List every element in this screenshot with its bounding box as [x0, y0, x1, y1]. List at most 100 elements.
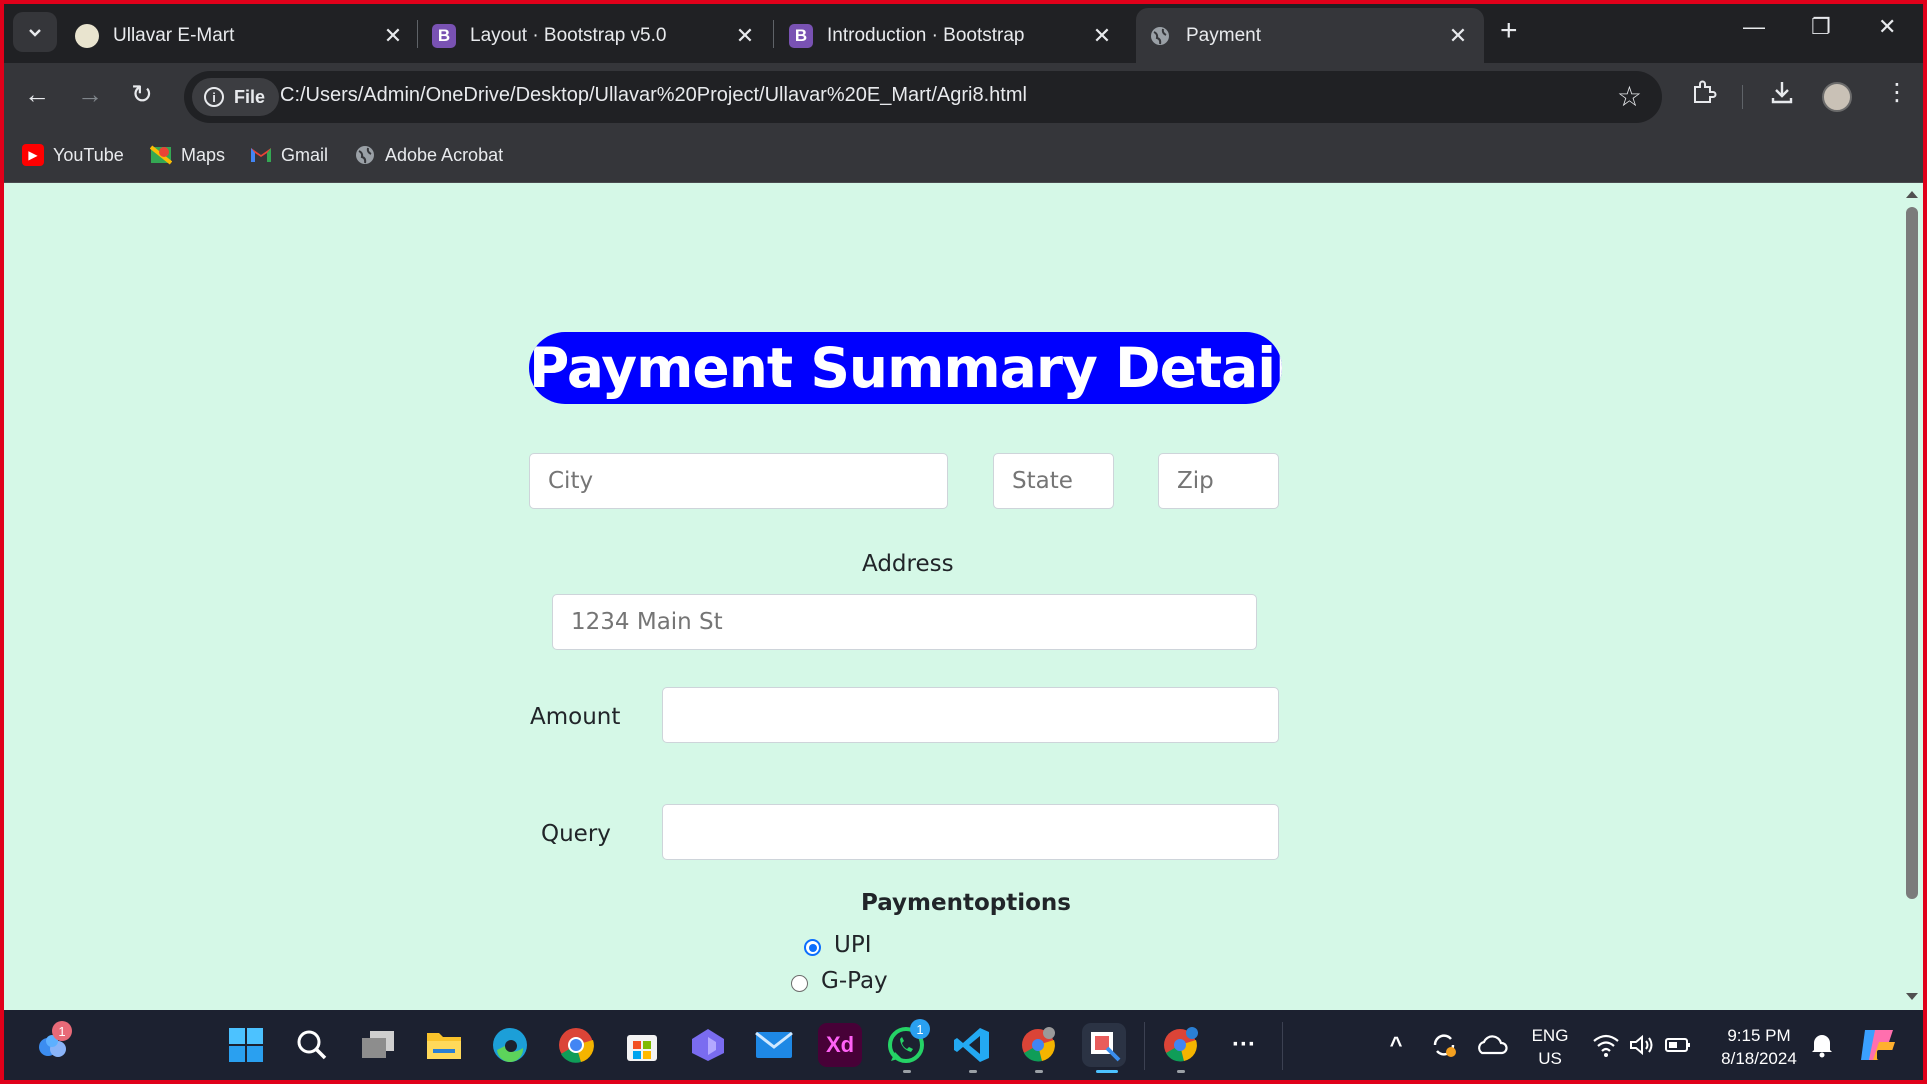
- scroll-up-arrow-icon[interactable]: [1906, 191, 1918, 198]
- notification-badge: 1: [52, 1021, 72, 1041]
- taskbar-divider: [1144, 1022, 1145, 1070]
- query-input[interactable]: [662, 804, 1279, 860]
- bookmark-star-icon[interactable]: ☆: [1617, 80, 1642, 113]
- zip-input[interactable]: [1158, 453, 1279, 509]
- address-bar[interactable]: i File C:/Users/Admin/OneDrive/Desktop/U…: [184, 71, 1662, 123]
- running-indicator: [1177, 1070, 1185, 1073]
- vscode-icon[interactable]: [950, 1023, 994, 1067]
- bookmark-label: Adobe Acrobat: [385, 144, 504, 165]
- edge-icon[interactable]: [488, 1023, 532, 1067]
- chevron-up-icon[interactable]: ^: [1374, 1023, 1418, 1067]
- file-chip-label: File: [234, 86, 266, 107]
- clock[interactable]: 9:15 PM 8/18/2024: [1706, 1024, 1812, 1070]
- running-indicator: [969, 1070, 977, 1073]
- restore-icon[interactable]: ❐: [1811, 14, 1831, 40]
- more-apps-icon[interactable]: ···: [1222, 1023, 1266, 1067]
- address-input[interactable]: [552, 594, 1257, 650]
- back-arrow-icon[interactable]: ←: [24, 79, 50, 110]
- copilot-pre-icon[interactable]: [1856, 1023, 1900, 1067]
- window-close-icon[interactable]: ✕: [1878, 14, 1896, 40]
- onedrive-icon[interactable]: [1470, 1023, 1514, 1067]
- bookmark-label: YouTube: [53, 144, 124, 165]
- reload-icon[interactable]: ↻: [131, 79, 153, 110]
- extensions-icon[interactable]: [1690, 78, 1718, 113]
- tab-payment[interactable]: Payment ✕: [1136, 8, 1484, 63]
- bootstrap-icon: B: [432, 23, 456, 48]
- chrome-profile-icon[interactable]: [1016, 1023, 1060, 1067]
- forward-arrow-icon[interactable]: →: [77, 79, 103, 110]
- adobe-xd-icon[interactable]: Xd: [818, 1023, 862, 1067]
- bookmark-gmail[interactable]: Gmail: [250, 144, 328, 166]
- chrome-icon[interactable]: [1158, 1023, 1202, 1067]
- close-icon[interactable]: ✕: [381, 23, 405, 49]
- gpay-label: G-Pay: [821, 968, 888, 994]
- close-icon[interactable]: ✕: [733, 23, 757, 49]
- maps-icon: [150, 144, 172, 166]
- page-viewport: Payment Summary Details.! Address Amount…: [4, 183, 1901, 1010]
- gmail-icon: [250, 144, 272, 166]
- youtube-icon: ▶: [22, 144, 44, 166]
- gpay-radio[interactable]: [791, 975, 808, 992]
- state-input[interactable]: [993, 453, 1114, 509]
- bookmark-adobe-acrobat[interactable]: Adobe Acrobat: [354, 144, 503, 166]
- amount-label: Amount: [530, 704, 621, 730]
- running-indicator: [1035, 1070, 1043, 1073]
- url-text[interactable]: C:/Users/Admin/OneDrive/Desktop/Ullavar%…: [280, 84, 1027, 107]
- clock-date: 8/18/2024: [1721, 1049, 1797, 1068]
- tab-title: Layout · Bootstrap v5.0: [470, 24, 667, 46]
- upi-label: UPI: [834, 932, 872, 958]
- close-icon[interactable]: ✕: [1446, 23, 1470, 49]
- taskbar-divider: [1282, 1022, 1283, 1070]
- amount-input[interactable]: [662, 687, 1279, 743]
- search-icon[interactable]: [290, 1023, 334, 1067]
- copilot-icon[interactable]: [686, 1023, 730, 1067]
- scroll-down-arrow-icon[interactable]: [1906, 993, 1918, 1000]
- query-label: Query: [541, 821, 611, 847]
- bookmark-maps[interactable]: Maps: [150, 144, 225, 166]
- tab-bootstrap-intro[interactable]: B Introduction · Bootstrap ✕: [789, 8, 1114, 63]
- microsoft-store-icon[interactable]: [620, 1023, 664, 1067]
- sync-icon[interactable]: [1422, 1023, 1466, 1067]
- bookmark-label: Maps: [181, 144, 226, 165]
- browser-toolbar: ← → ↻ i File C:/Users/Admin/OneDrive/Des…: [0, 63, 1927, 130]
- profile-avatar[interactable]: [1822, 82, 1852, 112]
- download-icon[interactable]: [1768, 78, 1796, 113]
- tab-ullavar[interactable]: Ullavar E-Mart ✕: [75, 8, 405, 63]
- site-info-chip[interactable]: i File: [192, 78, 280, 116]
- globe-icon: [1148, 24, 1172, 48]
- city-input[interactable]: [529, 453, 948, 509]
- tab-title: Payment: [1186, 24, 1261, 46]
- page-scrollbar[interactable]: [1901, 183, 1923, 1010]
- notification-bell-icon[interactable]: [1800, 1023, 1844, 1067]
- task-view-icon[interactable]: [356, 1023, 400, 1067]
- tab-search-button[interactable]: [13, 12, 57, 52]
- minimize-icon[interactable]: —: [1743, 14, 1765, 40]
- battery-icon[interactable]: [1656, 1023, 1700, 1067]
- scroll-thumb[interactable]: [1906, 207, 1918, 899]
- tab-divider: [773, 20, 774, 48]
- windows-start-icon[interactable]: [224, 1023, 268, 1067]
- bookmark-label: Gmail: [281, 144, 329, 165]
- close-icon[interactable]: ✕: [1090, 23, 1114, 49]
- tab-strip: Ullavar E-Mart ✕ B Layout · Bootstrap v5…: [0, 0, 1927, 63]
- mail-icon[interactable]: [752, 1023, 796, 1067]
- toolbar-divider: [1742, 85, 1743, 109]
- language-code: ENG: [1531, 1026, 1569, 1045]
- globe-icon: [354, 144, 376, 166]
- notification-badge: 1: [910, 1019, 930, 1039]
- menu-kebab-icon[interactable]: ⋮: [1885, 78, 1909, 107]
- chrome-icon[interactable]: [554, 1023, 598, 1067]
- tab-title: Introduction · Bootstrap: [827, 24, 1025, 46]
- file-explorer-icon[interactable]: [422, 1023, 466, 1067]
- snipping-tool-icon[interactable]: [1082, 1023, 1126, 1067]
- bookmark-youtube[interactable]: ▶ YouTube: [22, 144, 124, 166]
- tab-bootstrap-layout[interactable]: B Layout · Bootstrap v5.0 ✕: [432, 8, 757, 63]
- language-indicator[interactable]: ENG US: [1528, 1024, 1572, 1070]
- region-code: US: [1538, 1049, 1562, 1068]
- windows-taskbar: 1 Xd 1 ··· ^ ENG US 9:15 PM 8/18/2024: [0, 1010, 1927, 1084]
- upi-radio[interactable]: [804, 939, 821, 956]
- payment-options-label: Paymentoptions: [861, 890, 1071, 916]
- bookmarks-bar: ▶ YouTube Maps Gmail Adobe Acrobat: [0, 130, 1927, 183]
- new-tab-button[interactable]: +: [1500, 14, 1518, 48]
- clock-time: 9:15 PM: [1727, 1026, 1791, 1045]
